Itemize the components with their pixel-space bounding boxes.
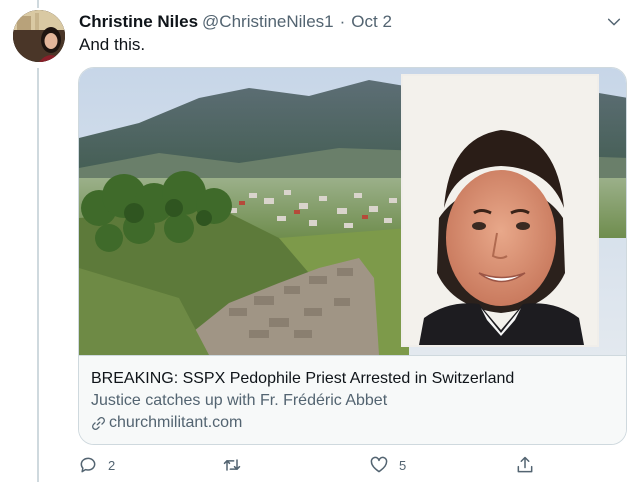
card-text: BREAKING: SSPX Pedophile Priest Arrested…	[79, 355, 626, 444]
card-title: BREAKING: SSPX Pedophile Priest Arrested…	[91, 370, 515, 387]
like-count: 5	[399, 457, 407, 473]
author-handle[interactable]: @ChristineNiles1	[202, 12, 334, 32]
separator-dot: ·	[339, 12, 346, 31]
card-image	[79, 68, 626, 355]
card-domain: churchmilitant.com	[109, 414, 243, 431]
like-button[interactable]: 5	[369, 455, 406, 475]
retweet-button[interactable]	[222, 455, 252, 475]
link-icon	[92, 416, 105, 430]
tweet-date[interactable]: Oct 2	[351, 12, 392, 32]
thread-line-top	[37, 0, 39, 8]
tweet-actions: 2 5	[78, 455, 548, 479]
link-card[interactable]: BREAKING: SSPX Pedophile Priest Arrested…	[78, 67, 627, 445]
card-description: Justice catches up with Fr. Frédéric Abb…	[91, 392, 388, 409]
heart-icon	[370, 456, 388, 473]
retweet-icon	[223, 459, 241, 471]
share-icon	[517, 456, 533, 473]
chevron-down-icon[interactable]	[606, 14, 622, 30]
author-name[interactable]: Christine Niles	[79, 12, 198, 32]
thread-line	[37, 68, 39, 482]
reply-icon	[80, 457, 96, 473]
tweet-header: Christine Niles @ChristineNiles1 · Oct 2	[79, 11, 624, 33]
reply-button[interactable]: 2	[78, 455, 115, 475]
avatar[interactable]	[13, 10, 65, 62]
tweet-text: And this.	[79, 35, 146, 54]
reply-count: 2	[108, 457, 116, 473]
card-domain-row: churchmilitant.com	[91, 412, 614, 434]
share-button[interactable]	[515, 455, 535, 475]
